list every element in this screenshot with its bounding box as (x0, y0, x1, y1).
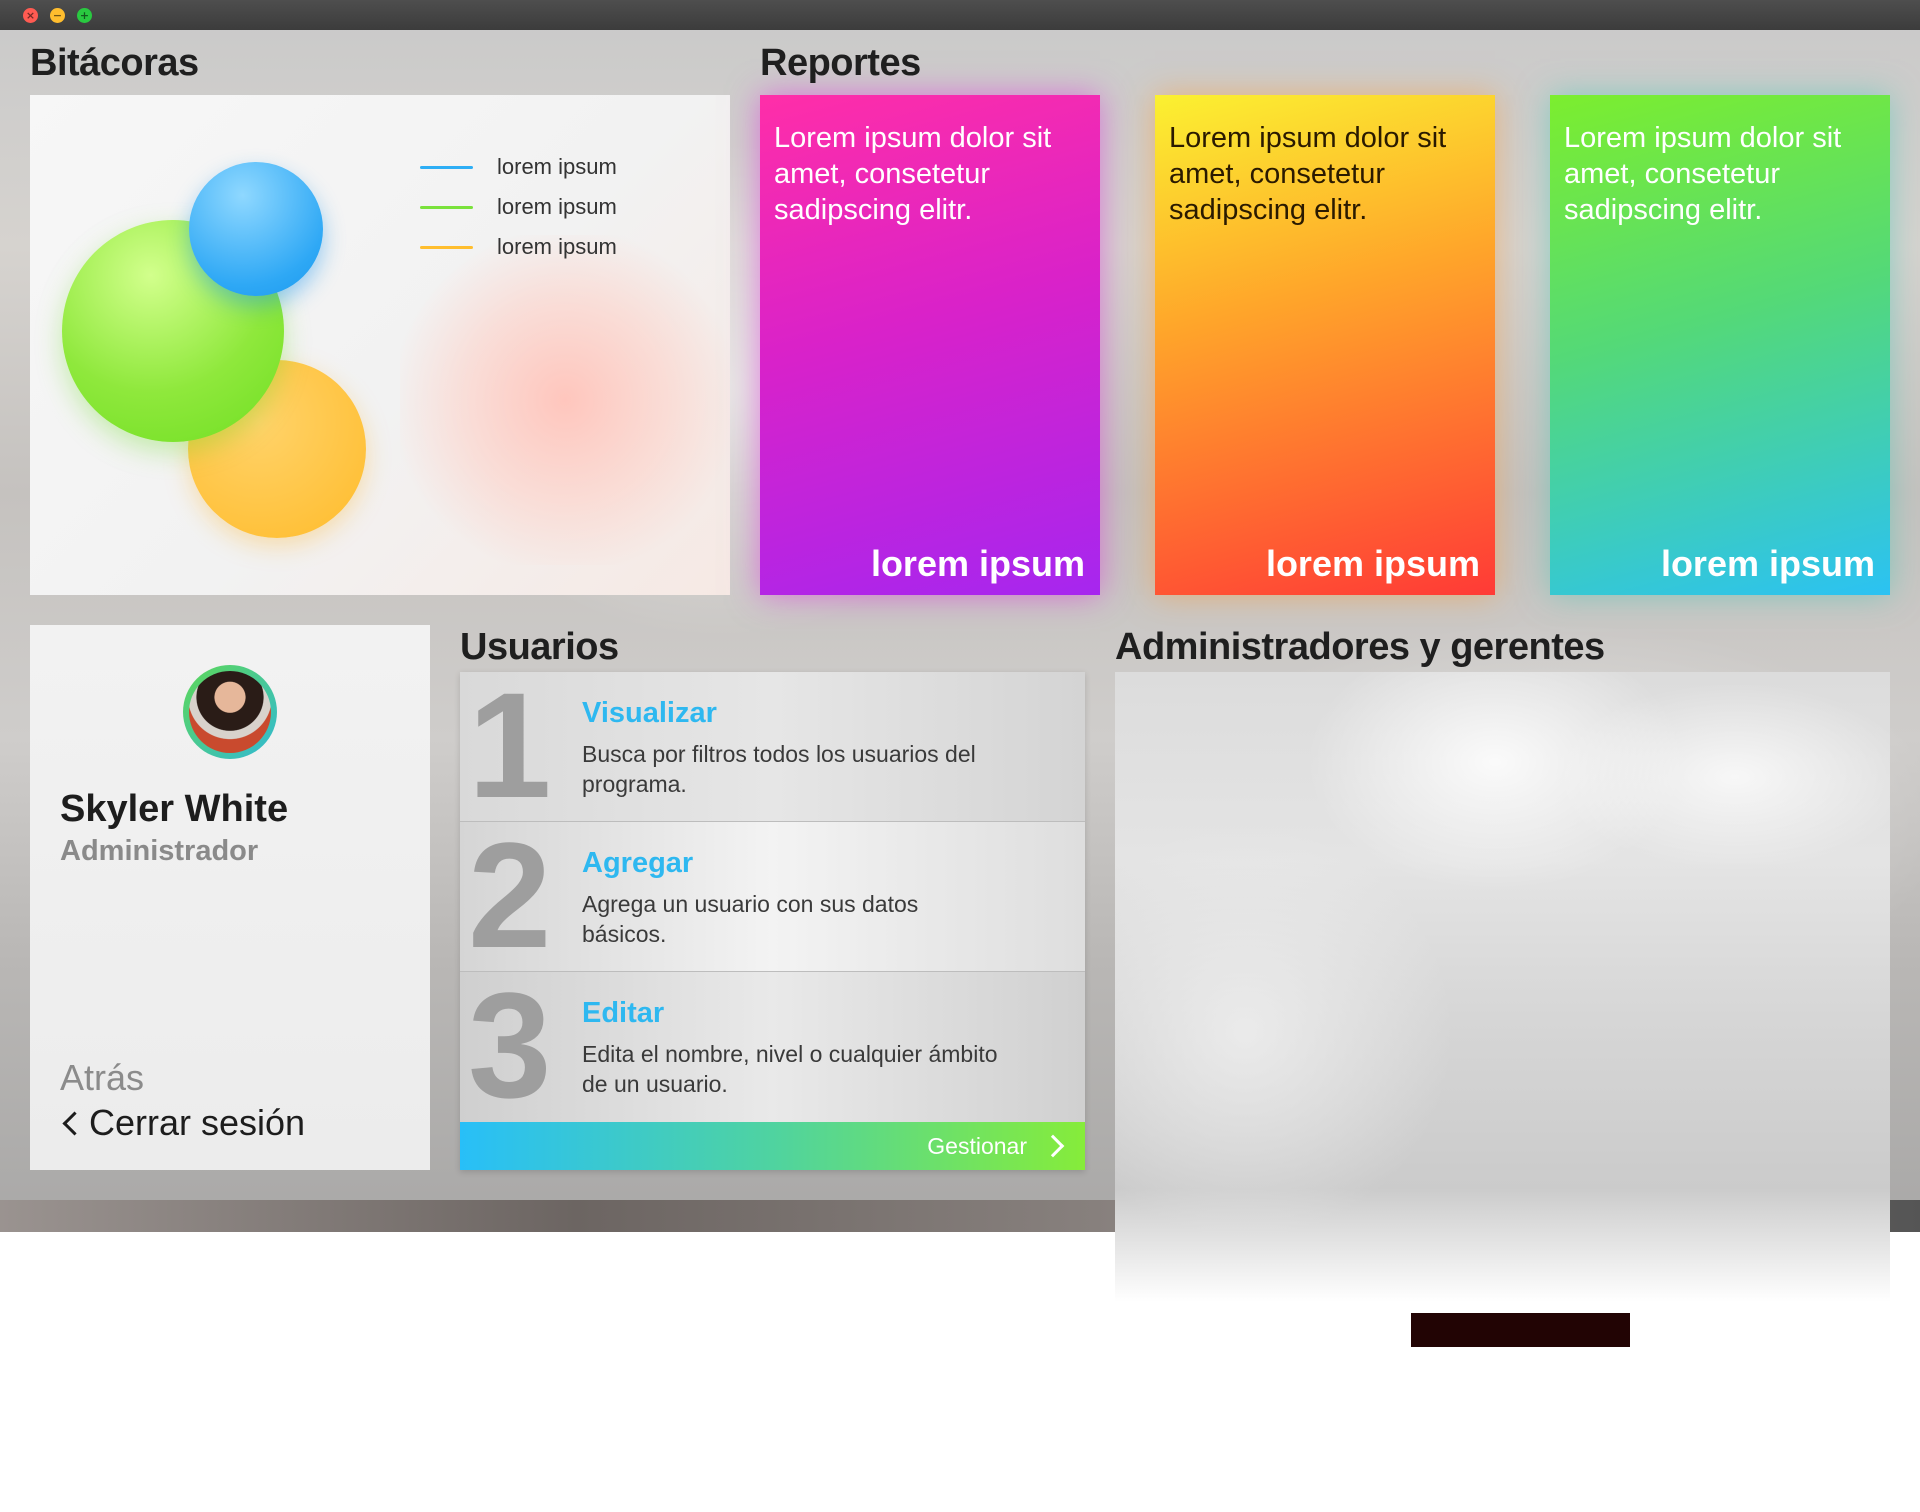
legend-item: lorem ipsum (420, 187, 617, 227)
usuarios-title: Usuarios (460, 626, 619, 668)
option-title[interactable]: Editar (582, 997, 664, 1030)
panel-glow (1115, 822, 1455, 1242)
chevron-left-icon (62, 1110, 87, 1136)
administradores-title: Administradores y gerentes (1115, 626, 1605, 668)
option-description: Busca por filtros todos los usuarios del… (582, 741, 976, 797)
report-card-footer: lorem ipsum (1660, 543, 1875, 584)
option-number: 1 (468, 672, 552, 822)
redacted-bar (1411, 1313, 1630, 1347)
close-window-button[interactable]: × (23, 8, 38, 23)
back-link[interactable]: Atrás (60, 1057, 144, 1099)
option-title[interactable]: Visualizar (582, 697, 717, 730)
report-card-footer: lorem ipsum (870, 543, 1085, 584)
avatar[interactable] (183, 665, 277, 759)
bubble-blue (189, 162, 323, 296)
report-card-orange[interactable]: Lorem ipsum dolor sit amet, consetetur s… (1155, 95, 1495, 595)
reportes-title: Reportes (760, 42, 921, 84)
option-number: 3 (468, 972, 552, 1122)
usuarios-option-visualizar[interactable]: 1 Visualizar Busca por filtros todos los… (460, 672, 1085, 822)
report-card-text: Lorem ipsum dolor sit amet, consetetur s… (1564, 122, 1842, 226)
option-description: Edita el nombre, nivel o cualquier ámbit… (582, 1041, 998, 1097)
legend-item: lorem ipsum (420, 227, 617, 267)
title-bar: × − + (0, 0, 1920, 30)
bitacoras-legend: lorem ipsum lorem ipsum lorem ipsum (420, 147, 617, 267)
report-card-footer: lorem ipsum (1265, 543, 1480, 584)
legend-line-icon (420, 205, 473, 209)
report-card-green[interactable]: Lorem ipsum dolor sit amet, consetetur s… (1550, 95, 1890, 595)
legend-label: lorem ipsum (497, 234, 617, 259)
minimize-window-button[interactable]: − (50, 8, 65, 23)
close-icon: × (25, 9, 36, 22)
option-number: 2 (468, 822, 552, 972)
report-card-text: Lorem ipsum dolor sit amet, consetetur s… (1169, 122, 1447, 226)
profile-name: Skyler White (60, 788, 289, 830)
administradores-panel[interactable] (1115, 672, 1890, 1302)
avatar-photo (189, 671, 271, 753)
legend-label: lorem ipsum (497, 154, 617, 179)
usuarios-option-editar[interactable]: 3 Editar Edita el nombre, nivel o cualqu… (460, 972, 1085, 1122)
usuarios-panel: 1 Visualizar Busca por filtros todos los… (460, 672, 1085, 1170)
gestionar-button[interactable]: Gestionar (927, 1122, 1067, 1170)
profile-card: Skyler White Administrador Atrás Cerrar … (30, 625, 430, 1170)
report-card-magenta[interactable]: Lorem ipsum dolor sit amet, consetetur s… (760, 95, 1100, 595)
maximize-icon: + (79, 9, 90, 22)
report-card-text: Lorem ipsum dolor sit amet, consetetur s… (774, 122, 1052, 226)
option-title[interactable]: Agregar (582, 847, 693, 880)
maximize-window-button[interactable]: + (77, 8, 92, 23)
bitacoras-card[interactable]: lorem ipsum lorem ipsum lorem ipsum (30, 95, 730, 595)
legend-line-icon (420, 165, 473, 169)
legend-label: lorem ipsum (497, 194, 617, 219)
panel-glow (1555, 682, 1890, 872)
gestionar-label: Gestionar (927, 1132, 1027, 1159)
legend-item: lorem ipsum (420, 147, 617, 187)
option-description: Agrega un usuario con sus datos básicos. (582, 891, 919, 947)
profile-role: Administrador (60, 835, 259, 867)
logout-button[interactable]: Cerrar sesión (60, 1102, 305, 1144)
minimize-icon: − (52, 9, 63, 22)
bitacoras-title: Bitácoras (30, 42, 199, 84)
logout-label: Cerrar sesión (89, 1102, 306, 1143)
usuarios-footer-bar: Gestionar (460, 1122, 1085, 1170)
usuarios-option-agregar[interactable]: 2 Agregar Agrega un usuario con sus dato… (460, 822, 1085, 972)
background-glow (400, 235, 730, 565)
legend-line-icon (420, 245, 473, 249)
chevron-right-icon (1041, 1134, 1065, 1158)
